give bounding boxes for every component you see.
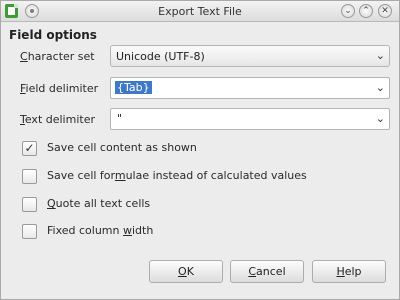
title-bar[interactable]: Export Text File ⌄ ⌃ ✕ — [1, 1, 399, 22]
ok-button[interactable]: OK — [149, 260, 223, 283]
text-delimiter-value: " — [117, 112, 123, 125]
section-title-field-options: Field options — [9, 28, 97, 42]
ok-accel: O — [178, 265, 187, 278]
fixed-column-width-checkbox[interactable] — [22, 224, 37, 239]
label-text-rest: uote all text cells — [55, 197, 151, 210]
save-cell-content-as-shown-checkbox[interactable]: ✓ — [22, 141, 37, 156]
character-set-value: Unicode (UTF-8) — [116, 50, 205, 63]
label-accel: m — [114, 169, 126, 182]
checkbox-label: Quote all text cells — [47, 197, 150, 210]
character-set-label: Character set — [20, 50, 95, 63]
text-delimiter-combo-entry[interactable]: " ⌄ — [110, 108, 390, 130]
label-text-rest: idth — [132, 224, 154, 237]
label-text: Save cell content as shown — [47, 141, 197, 154]
label-accel: w — [123, 224, 132, 237]
help-button[interactable]: Help — [312, 260, 386, 283]
label-text-rest: ulae instead of calculated values — [125, 169, 307, 182]
cancel-accel: C — [248, 265, 257, 278]
chevron-down-icon: ⌄ — [375, 49, 385, 62]
character-set-label-text: haracter set — [27, 50, 95, 63]
cancel-button[interactable]: Cancel — [230, 260, 304, 283]
ok-label: K — [186, 265, 194, 278]
label-text: Fixed column — [47, 224, 123, 237]
window-title: Export Text File — [158, 5, 242, 18]
maximize-icon[interactable]: ⌃ — [359, 4, 373, 18]
field-delimiter-combo-entry[interactable]: {Tab} ⌄ — [110, 77, 390, 99]
chevron-down-icon[interactable]: ⌄ — [376, 112, 385, 125]
text-delimiter-label: Text delimiter — [20, 113, 95, 126]
close-icon[interactable]: ✕ — [378, 4, 392, 18]
character-set-dropdown[interactable]: Unicode (UTF-8) ⌄ — [110, 45, 390, 67]
chevron-down-icon[interactable]: ⌄ — [376, 81, 385, 94]
field-delimiter-label: Field delimiter — [20, 82, 98, 95]
quote-all-text-cells-checkbox[interactable] — [22, 197, 37, 212]
label-text: Save cell for — [47, 169, 115, 182]
cancel-label: ancel — [256, 265, 286, 278]
field-delimiter-value: {Tab} — [115, 81, 152, 94]
save-cell-formulae-checkbox[interactable] — [22, 169, 37, 184]
field-delimiter-label-text: ield delimiter — [25, 82, 99, 95]
minimize-icon[interactable]: ⌄ — [341, 4, 355, 18]
text-delimiter-label-text: ext delimiter — [24, 113, 95, 126]
checkbox-label: Save cell formulae instead of calculated… — [47, 169, 307, 182]
help-label: elp — [344, 265, 362, 278]
label-accel: Q — [47, 197, 56, 210]
checkbox-label: Save cell content as shown — [47, 141, 197, 154]
character-set-label-accel: C — [20, 50, 28, 63]
export-text-file-dialog: Export Text File ⌄ ⌃ ✕ Field options Cha… — [0, 0, 400, 300]
checkbox-label: Fixed column width — [47, 224, 153, 237]
help-accel: H — [336, 265, 345, 278]
